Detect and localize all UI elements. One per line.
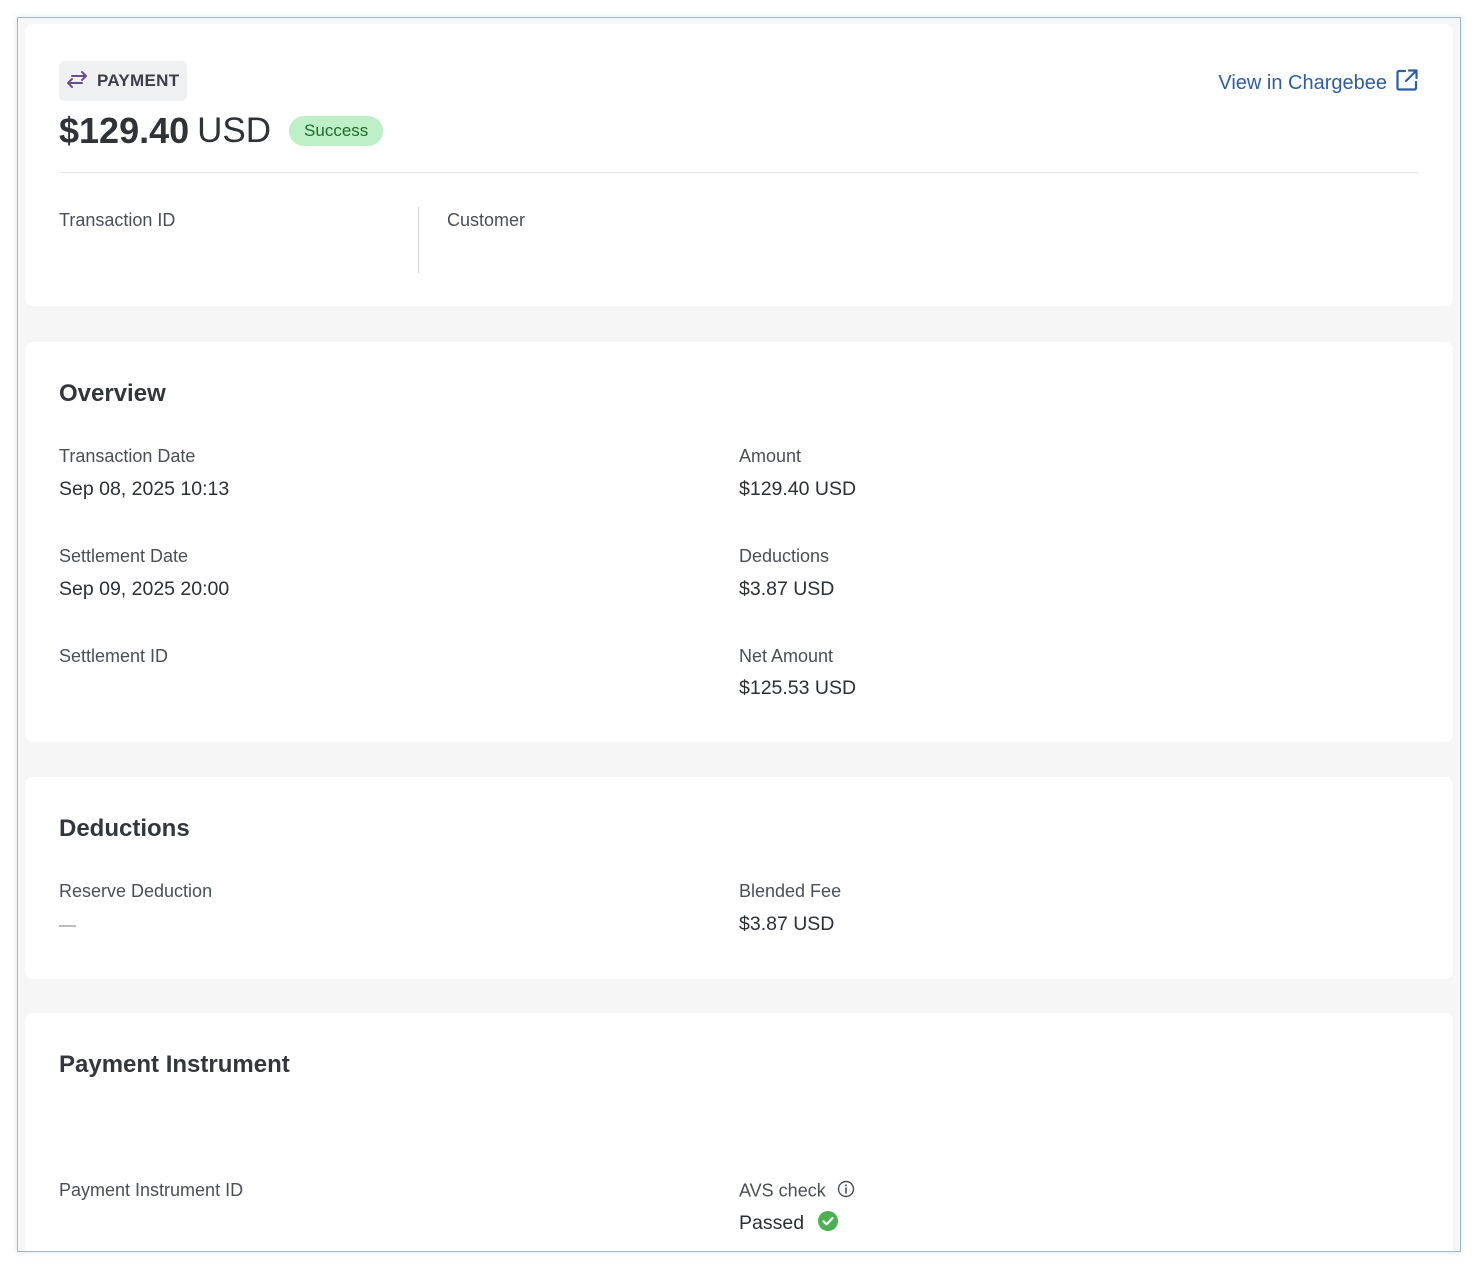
overview-title: Overview: [59, 380, 166, 407]
view-in-chargebee-link[interactable]: View in Chargebee: [1218, 68, 1419, 98]
settlement-date-label: Settlement Date: [59, 546, 189, 566]
amount-row: $129.40 USD Success: [59, 110, 384, 152]
settlement-id-label: Settlement ID: [59, 646, 169, 666]
swap-arrows-icon: [65, 69, 89, 94]
settlement-date-value: Sep 09, 2025 20:00: [59, 578, 230, 600]
empty-value-dash: [59, 925, 76, 927]
payment-instrument-id-label: Payment Instrument ID: [59, 1180, 244, 1200]
transaction-type-chip: PAYMENT: [59, 61, 188, 101]
net-amount-value: $125.53 USD: [739, 677, 857, 699]
header-vertical-divider: [418, 207, 419, 273]
check-circle-icon: [818, 1211, 839, 1236]
info-icon[interactable]: [837, 1180, 855, 1203]
transaction-detail-window: PAYMENT $129.40 USD Success View in Char…: [17, 17, 1461, 1252]
avs-check-label-group: AVS check: [739, 1180, 855, 1203]
amount-value: $129.40 USD: [739, 478, 857, 500]
blended-fee-label: Blended Fee: [739, 881, 842, 901]
deductions-value: $3.87 USD: [739, 578, 835, 600]
avs-check-result: Passed: [739, 1211, 839, 1236]
avs-check-label: AVS check: [739, 1180, 826, 1201]
deductions-card: Deductions Reserve Deduction Blended Fee…: [25, 777, 1453, 979]
transaction-currency: USD: [197, 111, 272, 150]
external-link-icon: [1395, 68, 1419, 98]
avs-check-value: Passed: [739, 1212, 805, 1234]
transaction-date-value: Sep 08, 2025 10:13: [59, 478, 230, 500]
status-badge: Success: [289, 116, 384, 146]
transaction-amount: $129.40: [59, 110, 190, 151]
blended-fee-value: $3.87 USD: [739, 913, 835, 935]
customer-label: Customer: [447, 210, 526, 230]
deductions-label: Deductions: [739, 546, 830, 566]
amount-label: Amount: [739, 446, 802, 466]
reserve-deduction-label: Reserve Deduction: [59, 881, 213, 901]
payment-instrument-card: Payment Instrument Payment Instrument ID…: [25, 1013, 1453, 1251]
transaction-header-card: PAYMENT $129.40 USD Success View in Char…: [25, 24, 1453, 306]
deductions-title: Deductions: [59, 815, 190, 842]
net-amount-label: Net Amount: [739, 646, 834, 666]
payment-instrument-title: Payment Instrument: [59, 1051, 290, 1078]
view-in-chargebee-label: View in Chargebee: [1218, 71, 1387, 94]
transaction-id-label: Transaction ID: [59, 210, 176, 230]
header-divider: [59, 172, 1419, 173]
transaction-type-label: PAYMENT: [97, 71, 180, 90]
overview-card: Overview Transaction Date Sep 08, 2025 1…: [25, 342, 1453, 742]
transaction-date-label: Transaction Date: [59, 446, 196, 466]
